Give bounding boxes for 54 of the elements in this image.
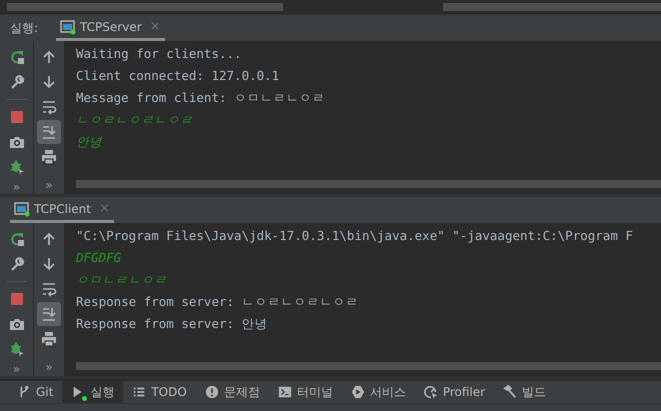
hammer-icon bbox=[503, 385, 518, 399]
run-tab[interactable]: TCPServer × bbox=[56, 15, 165, 41]
window-icon bbox=[14, 200, 30, 216]
run-label: 실행: bbox=[10, 20, 38, 36]
scrollbar-thumb[interactable] bbox=[7, 3, 283, 11]
printer-icon[interactable] bbox=[41, 331, 57, 347]
up-arrow-icon[interactable] bbox=[41, 49, 57, 65]
up-arrow-icon[interactable] bbox=[41, 231, 57, 247]
console-line: Message from client: ㅇㅁㄴㄹㄴㅇㄹ bbox=[76, 89, 326, 107]
exclamation-icon bbox=[204, 385, 219, 399]
scroll-to-end-icon[interactable] bbox=[41, 306, 57, 322]
more-button[interactable]: » bbox=[12, 362, 20, 376]
gauge-icon bbox=[424, 385, 438, 399]
console-line: Client connected: 127.0.0.1 bbox=[76, 67, 280, 85]
rerun-icon[interactable] bbox=[8, 231, 24, 247]
tool-window-tab[interactable]: Git bbox=[8, 381, 62, 403]
more-button[interactable]: » bbox=[12, 180, 20, 194]
services-icon bbox=[350, 385, 365, 399]
rerun-icon[interactable] bbox=[8, 49, 24, 65]
console-line: Response from server: ㄴㅇㄹㄴㅇㄹㄴㅇㄹ bbox=[76, 293, 360, 311]
tool-window-tab[interactable]: 문제점 bbox=[196, 381, 269, 403]
printer-icon[interactable] bbox=[41, 149, 57, 165]
console-line: "C:\Program Files\Java\jdk-17.0.3.1\bin\java.exe" "-javaagent:C:\Program F bbox=[76, 227, 634, 245]
console-line: Response from server: 안녕 bbox=[76, 315, 269, 333]
soft-wrap-icon[interactable] bbox=[41, 281, 57, 297]
tool-window-tab[interactable]: TODO bbox=[123, 381, 196, 403]
console-line: DFGDFG bbox=[76, 249, 122, 267]
tool-window-tab[interactable]: Profiler bbox=[414, 381, 494, 403]
more-button[interactable]: » bbox=[45, 360, 53, 376]
stop-icon[interactable] bbox=[8, 291, 24, 307]
camera-icon[interactable] bbox=[8, 316, 24, 332]
more-button[interactable]: » bbox=[45, 178, 53, 194]
stop-icon[interactable] bbox=[8, 109, 24, 125]
horizontal-scrollbar[interactable] bbox=[76, 180, 661, 188]
tool-window-tab[interactable]: 서비스 bbox=[342, 381, 415, 403]
tool-window-tab[interactable]: 빌드 bbox=[494, 381, 556, 403]
tool-window-tab[interactable]: 실행 bbox=[62, 381, 124, 403]
down-arrow-icon[interactable] bbox=[41, 74, 57, 90]
bug-icon[interactable] bbox=[8, 159, 24, 175]
list-icon bbox=[132, 385, 146, 399]
bug-icon[interactable] bbox=[8, 341, 24, 357]
soft-wrap-icon[interactable] bbox=[41, 99, 57, 115]
camera-icon[interactable] bbox=[8, 134, 24, 150]
console-line: 안녕 bbox=[76, 133, 103, 151]
down-arrow-icon[interactable] bbox=[41, 256, 57, 272]
horizontal-scrollbar[interactable] bbox=[76, 362, 661, 370]
console-line: Waiting for clients... bbox=[76, 45, 243, 63]
window-icon bbox=[60, 18, 76, 34]
console-line: ㅇㅁㄴㄹㄴㅇㄹ bbox=[76, 271, 168, 289]
console-line: ㄴㅇㄹㄴㅇㄹㄴㅇㄹ bbox=[76, 111, 194, 129]
tool-window-tab[interactable]: 터미널 bbox=[268, 381, 342, 403]
scroll-to-end-icon[interactable] bbox=[41, 124, 57, 140]
terminal-icon bbox=[278, 385, 292, 399]
scrollbar-thumb[interactable] bbox=[443, 3, 661, 11]
